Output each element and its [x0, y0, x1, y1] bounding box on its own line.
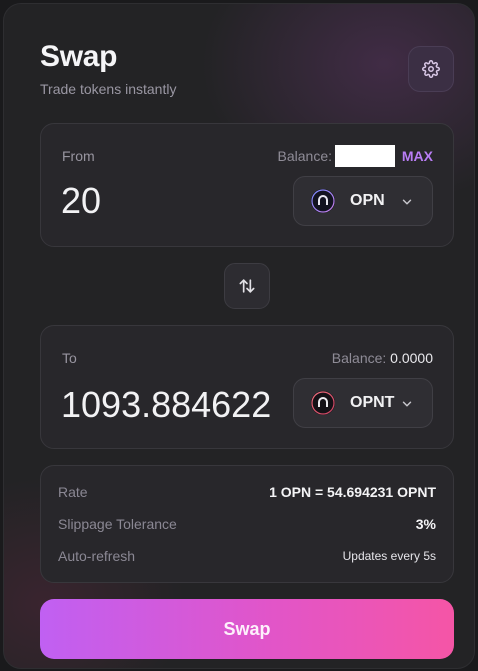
swap-info-card: Rate 1 OPN = 54.694231 OPNT Slippage Tol… — [40, 465, 454, 583]
from-token-name: OPN — [350, 192, 385, 209]
slippage-value: 3% — [415, 516, 436, 532]
to-label: To — [62, 350, 77, 366]
to-token-selector[interactable]: OPNT — [293, 378, 433, 428]
opn-logo-icon — [311, 189, 335, 213]
swap-panel: Swap Trade tokens instantly From Balance… — [3, 3, 475, 669]
swap-button[interactable]: Swap — [40, 599, 454, 659]
from-card: From Balance: MAX 20 OPN — [40, 123, 454, 247]
to-balance: Balance: 0.0000 — [332, 350, 433, 366]
to-balance-value: 0.0000 — [390, 350, 433, 366]
from-balance-label: Balance: — [277, 148, 332, 165]
from-amount-input[interactable]: 20 — [61, 180, 291, 222]
auto-refresh-label: Auto-refresh — [58, 548, 136, 564]
to-amount-field[interactable]: 1093.884622 — [61, 384, 278, 426]
rate-label: Rate — [58, 484, 88, 500]
from-token-selector[interactable]: OPN — [293, 176, 433, 226]
page-subtitle: Trade tokens instantly — [40, 81, 177, 97]
chevron-down-icon — [402, 199, 412, 205]
from-label: From — [62, 148, 95, 164]
redacted-balance-value — [335, 145, 395, 167]
from-balance: Balance: — [277, 145, 395, 167]
max-button[interactable]: MAX — [402, 148, 433, 164]
swap-direction-button[interactable] — [224, 263, 270, 309]
page-title: Swap — [40, 40, 118, 73]
slippage-label: Slippage Tolerance — [58, 516, 177, 532]
swap-arrows-icon — [239, 279, 255, 293]
settings-button[interactable] — [408, 46, 454, 92]
chevron-down-icon — [402, 401, 412, 407]
to-balance-label: Balance: — [331, 350, 387, 366]
to-token-name: OPNT — [350, 394, 395, 411]
opnt-logo-icon — [311, 391, 335, 415]
rate-value: 1 OPN = 54.694231 OPNT — [269, 484, 436, 500]
to-card: To Balance: 0.0000 1093.884622 OPNT — [40, 325, 454, 449]
auto-refresh-value: Updates every 5s — [342, 549, 436, 563]
gear-icon — [422, 60, 440, 78]
